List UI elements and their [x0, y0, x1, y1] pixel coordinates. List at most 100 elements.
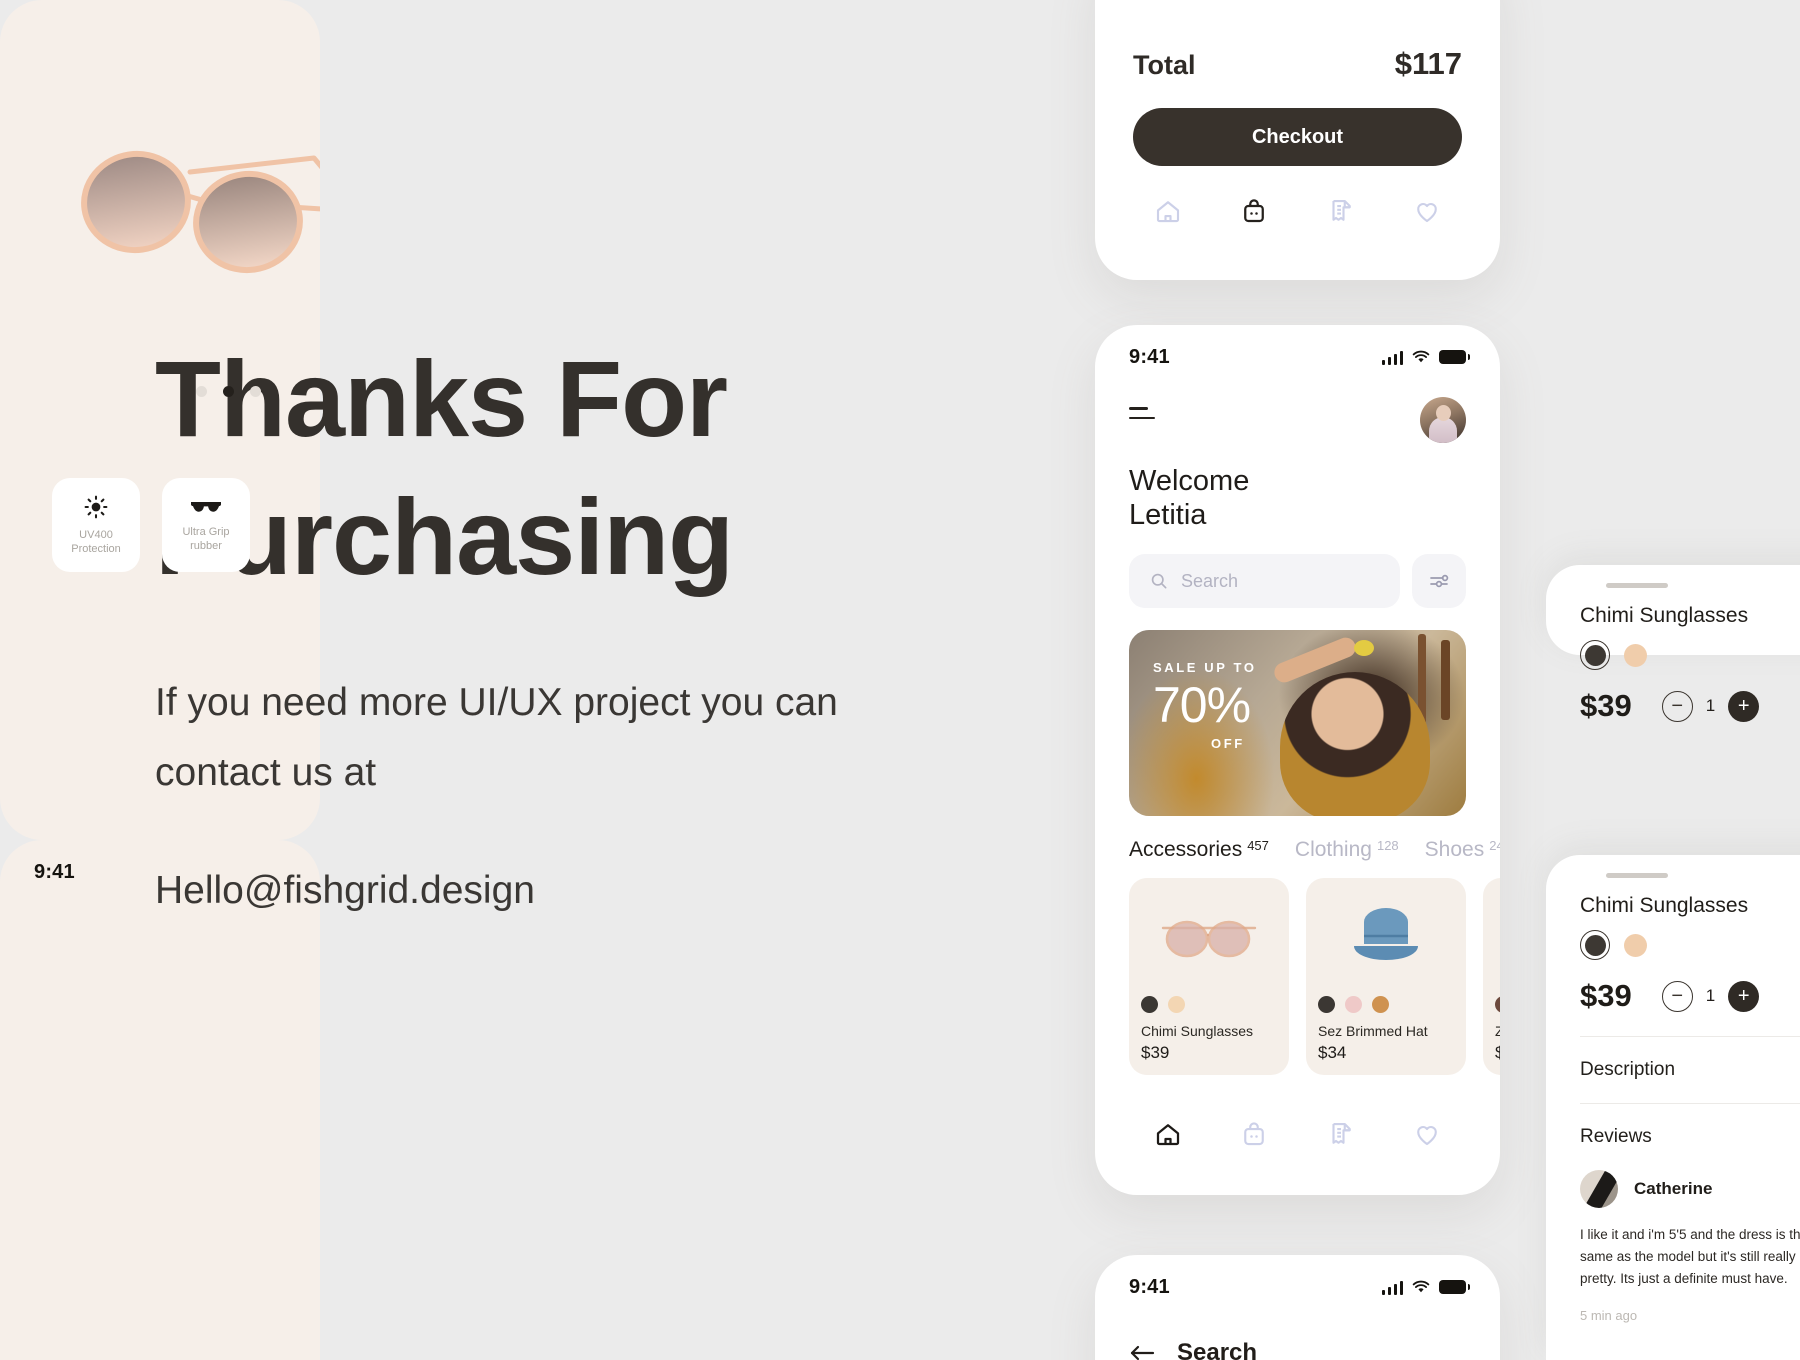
section-reviews[interactable]: Reviews [1546, 1126, 1800, 1148]
color-swatches[interactable] [1141, 996, 1277, 1014]
product-detail-scrolled-mockup: 9:41 [0, 840, 320, 1360]
tab-favorites[interactable] [1412, 1119, 1442, 1149]
swatch[interactable] [1141, 996, 1158, 1014]
sheet-content: Chimi Sunglasses $39 − 1 + [1546, 894, 1800, 1014]
signal-icon [1381, 350, 1403, 365]
search-header: Search [1095, 1301, 1500, 1360]
search-placeholder: Search [1181, 570, 1239, 591]
feature-badges: UV400 Protection Ultra Grip rubber [52, 478, 250, 572]
category-count: 128 [1376, 838, 1399, 854]
total-amount: $117 [1394, 46, 1462, 81]
divider [1580, 1036, 1800, 1037]
quantity-value: 1 [1705, 986, 1716, 1005]
carousel-dot[interactable] [250, 386, 261, 397]
chimi-sunglasses-hero [81, 150, 320, 274]
divider [1580, 1103, 1800, 1104]
hamburger-icon[interactable] [1129, 397, 1155, 426]
color-swatches[interactable] [1318, 996, 1454, 1014]
avatar[interactable] [1420, 397, 1466, 443]
color-swatches[interactable] [1580, 930, 1800, 960]
category-tabs: Accessories 457 Clothing 128 Shoes 246 [1095, 816, 1500, 862]
tab-favorites[interactable] [1412, 196, 1442, 226]
search-row: Search [1095, 532, 1500, 609]
tab-receipt[interactable] [1326, 1119, 1356, 1149]
belt-image [1495, 890, 1500, 988]
tab-receipt[interactable] [1326, 196, 1356, 226]
carousel-dots[interactable] [196, 386, 261, 397]
increase-quantity-button[interactable]: + [1728, 980, 1760, 1012]
filter-icon [1430, 574, 1449, 588]
tab-accessories[interactable]: Accessories 457 [1129, 838, 1269, 862]
tab-clothing[interactable]: Clothing 128 [1295, 838, 1399, 862]
reviewer-name: Catherine [1634, 1179, 1713, 1198]
search-phone-mockup: 9:41 Search [1095, 1255, 1500, 1360]
category-name: Clothing [1294, 838, 1372, 862]
feature-ultra-grip[interactable]: Ultra Grip rubber [162, 478, 250, 572]
wifi-icon [1412, 1280, 1430, 1293]
sheet-grabber[interactable] [1606, 873, 1668, 878]
bucket-hat-image [1318, 890, 1454, 988]
sheet-grabber[interactable] [1606, 583, 1668, 588]
sale-banner[interactable]: SALE UP TO 70% OFF [1129, 630, 1466, 817]
carousel-dot-active[interactable] [223, 386, 234, 397]
search-input[interactable]: Search [1129, 554, 1400, 609]
tab-bag[interactable] [1239, 1119, 1269, 1149]
swatch[interactable] [1345, 996, 1362, 1014]
banner-headline: 70% [1153, 677, 1251, 734]
total-label: Total [1133, 50, 1196, 80]
increase-quantity-button[interactable]: + [1728, 690, 1760, 722]
quantity-value: 1 [1705, 696, 1716, 715]
tab-bag[interactable] [1239, 196, 1269, 226]
status-time: 9:41 [1129, 345, 1170, 368]
product-price: $46 [1495, 1043, 1500, 1063]
banner-eyebrow: SALE UP TO [1153, 660, 1257, 676]
bottom-tabbar [1095, 1075, 1500, 1149]
carousel-dot[interactable] [196, 386, 207, 397]
banner-text: SALE UP TO 70% OFF [1153, 660, 1257, 751]
swatch-selected[interactable] [1580, 640, 1610, 670]
status-bar: 9:41 [1095, 1255, 1500, 1301]
decrease-quantity-button[interactable]: − [1661, 690, 1693, 722]
sheet-content: Chimi Sunglasses $39 − 1 + [1546, 604, 1800, 724]
arrow-left-icon[interactable] [1129, 1343, 1155, 1360]
checkout-button[interactable]: Checkout [1133, 108, 1462, 166]
home-phone-mockup: 9:41 Welcome Letitia Search SALE UP TO 7… [1095, 325, 1500, 1195]
banner-model-image [1280, 672, 1430, 817]
swatch[interactable] [1168, 996, 1185, 1014]
filter-button[interactable] [1412, 554, 1466, 609]
buy-row: $39 − 1 + [1580, 978, 1800, 1014]
product-name: Zestos' Belt [1495, 1023, 1500, 1040]
review-header: Catherine [1546, 1170, 1800, 1208]
battery-icon [1439, 1280, 1470, 1294]
decrease-quantity-button[interactable]: − [1661, 980, 1693, 1012]
tab-shoes[interactable]: Shoes 246 [1425, 838, 1500, 862]
screenshot-root: Thanks For Purchasing If you need more U… [0, 0, 1800, 1360]
sun-icon [84, 495, 108, 519]
swatch[interactable] [1495, 996, 1500, 1014]
product-card[interactable]: Zestos' Belt $46 [1483, 878, 1500, 1076]
search-icon [1151, 574, 1167, 589]
section-description[interactable]: Description [1546, 1059, 1800, 1081]
page-title: Search [1177, 1339, 1258, 1360]
swatch[interactable] [1318, 996, 1335, 1014]
product-card[interactable]: Chimi Sunglasses $39 [1129, 878, 1289, 1076]
battery-icon [1439, 350, 1470, 364]
swatch-selected[interactable] [1580, 930, 1610, 960]
swatch[interactable] [1372, 996, 1389, 1014]
color-swatches[interactable] [1495, 996, 1500, 1014]
buy-row: $39 − 1 + [1580, 688, 1800, 724]
color-swatches[interactable] [1580, 640, 1800, 670]
tab-home[interactable] [1153, 1119, 1183, 1149]
signal-icon [1381, 1280, 1403, 1295]
swatch[interactable] [1624, 643, 1647, 667]
feature-label: Ultra Grip rubber [182, 525, 230, 552]
product-name: Chimi Sunglasses [1580, 894, 1749, 917]
wifi-icon [1412, 350, 1430, 363]
category-count: 457 [1247, 838, 1269, 854]
product-card[interactable]: Sez Brimmed Hat $34 [1306, 878, 1466, 1076]
status-time: 9:41 [34, 860, 75, 883]
status-icons [1381, 1280, 1470, 1295]
tab-home[interactable] [1153, 196, 1183, 226]
swatch[interactable] [1624, 933, 1647, 957]
feature-uv400[interactable]: UV400 Protection [52, 478, 140, 572]
